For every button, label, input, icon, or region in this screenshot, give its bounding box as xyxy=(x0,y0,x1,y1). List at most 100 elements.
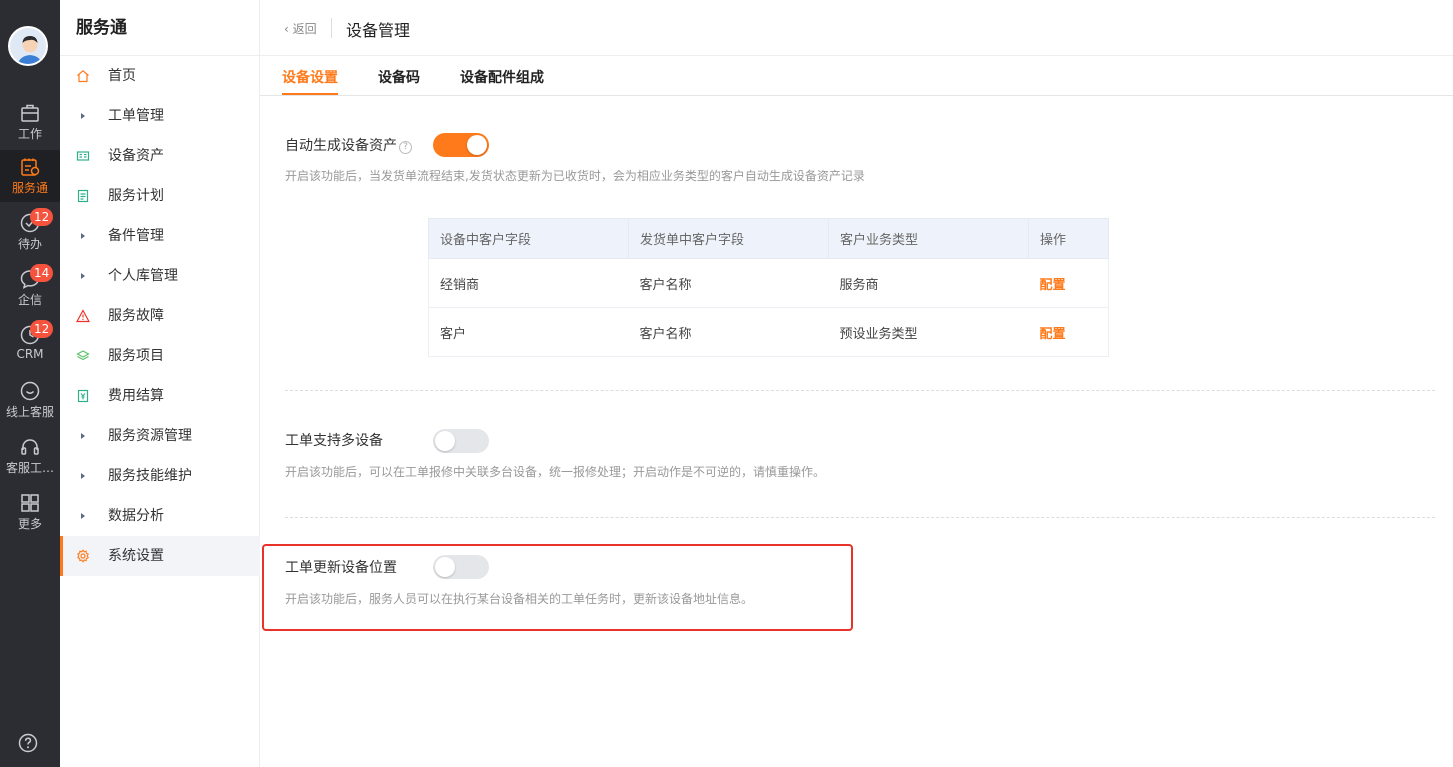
grid-more-icon xyxy=(21,494,39,512)
menu-item-label: 服务技能维护 xyxy=(108,468,192,484)
column-header: 客户业务类型 xyxy=(828,218,1029,259)
menu-item-service-plan[interactable]: 服务计划 xyxy=(60,176,260,216)
toggle-knob xyxy=(467,135,487,155)
rail-item-todo[interactable]: 待办 12 xyxy=(0,206,60,258)
menu-item-service-items[interactable]: 服务项目 xyxy=(60,336,260,376)
menu-item-data-analysis[interactable]: 数据分析 xyxy=(60,496,260,536)
biz-type-cell: 服务商 xyxy=(828,258,1029,308)
device-field-cell: 客户 xyxy=(428,307,629,357)
yen-doc-icon xyxy=(77,389,89,403)
unread-badge: 14 xyxy=(30,264,54,282)
tab-device-settings[interactable]: 设备设置 xyxy=(282,67,338,87)
column-header: 发货单中客户字段 xyxy=(628,218,829,259)
configure-link[interactable]: 配置 xyxy=(1040,278,1066,293)
settings-gear-icon xyxy=(77,549,89,563)
delivery-field-cell: 客户名称 xyxy=(628,307,829,357)
rail-item-label: 客服工… xyxy=(5,461,54,475)
app-root: 工作 服务通 待办 12 企信 14 CRM 12 线上客服 客服工… 更多 服… xyxy=(0,0,1453,767)
menu-item-label: 服务项目 xyxy=(108,348,164,364)
help-icon[interactable] xyxy=(18,733,38,753)
layers-icon xyxy=(76,350,90,361)
avatar[interactable] xyxy=(8,26,48,66)
menu-item-label: 首页 xyxy=(108,68,136,84)
rail-item-crm[interactable]: CRM 12 xyxy=(0,318,60,370)
multi-device-label: 工单支持多设备 xyxy=(285,433,383,449)
menu-item-label: 服务资源管理 xyxy=(108,428,192,444)
rail-item-online-service[interactable]: 线上客服 xyxy=(0,374,60,426)
section-divider xyxy=(285,517,1435,518)
briefcase-icon xyxy=(21,104,39,122)
configure-link[interactable]: 配置 xyxy=(1040,327,1066,342)
back-button[interactable]: ‹ 返回 xyxy=(284,20,317,37)
rail-item-label: 线上客服 xyxy=(5,405,54,419)
tab-device-parts[interactable]: 设备配件组成 xyxy=(460,67,544,87)
update-location-label: 工单更新设备位置 xyxy=(285,560,397,576)
toggle-knob xyxy=(435,557,455,577)
menu-item-service-skills[interactable]: 服务技能维护 xyxy=(60,456,260,496)
rail-item-label: 更多 xyxy=(17,517,42,531)
menu-item-label: 费用结算 xyxy=(108,388,164,404)
menu-item-spare-parts[interactable]: 备件管理 xyxy=(60,216,260,256)
main-content: ‹ 返回 设备管理 设备设置 设备码 设备配件组成 自动生成设备资产? 开启该功… xyxy=(260,0,1453,767)
table-header-row: 设备中客户字段 发货单中客户字段 客户业务类型 操作 xyxy=(428,218,1109,259)
caret-right-icon xyxy=(81,113,85,119)
rail-item-work[interactable]: 工作 xyxy=(0,96,60,148)
rail-item-cs-workbench[interactable]: 客服工… xyxy=(0,430,60,482)
unread-badge: 12 xyxy=(30,208,54,226)
auto-asset-toggle[interactable] xyxy=(433,133,489,157)
left-rail: 工作 服务通 待办 12 企信 14 CRM 12 线上客服 客服工… 更多 xyxy=(0,0,60,767)
update-location-toggle[interactable] xyxy=(433,555,489,579)
headset-icon xyxy=(21,439,39,455)
menu-item-label: 设备资产 xyxy=(108,148,164,164)
tab-bar: 设备设置 设备码 设备配件组成 xyxy=(260,56,1453,96)
plan-doc-icon xyxy=(77,189,89,203)
online-service-icon xyxy=(20,381,40,401)
submenu-title: 服务通 xyxy=(60,0,259,56)
multi-device-description: 开启该功能后，可以在工单报修中关联多台设备，统一报修处理；开启动作是不可逆的，请… xyxy=(285,465,826,479)
caret-right-icon xyxy=(81,233,85,239)
caret-right-icon xyxy=(81,273,85,279)
column-header: 操作 xyxy=(1028,218,1109,259)
back-label: 返回 xyxy=(292,22,317,36)
table-row: 客户 客户名称 预设业务类型 配置 xyxy=(428,307,1109,357)
menu-item-home[interactable]: 首页 xyxy=(60,56,260,96)
column-header: 设备中客户字段 xyxy=(428,218,629,259)
menu-item-label: 工单管理 xyxy=(108,108,164,124)
menu-item-personal-stock[interactable]: 个人库管理 xyxy=(60,256,260,296)
warning-icon xyxy=(76,309,90,323)
multi-device-toggle[interactable] xyxy=(433,429,489,453)
menu-item-system-settings[interactable]: 系统设置 xyxy=(60,536,260,576)
auto-asset-description: 开启该功能后，当发货单流程结束,发货状态更新为已收货时，会为相应业务类型的客户自… xyxy=(285,169,865,183)
menu-item-device-asset[interactable]: 设备资产 xyxy=(60,136,260,176)
question-help-icon[interactable]: ? xyxy=(399,141,412,154)
menu-item-label: 个人库管理 xyxy=(108,268,178,284)
delivery-field-cell: 客户名称 xyxy=(628,258,829,308)
menu-item-label: 数据分析 xyxy=(108,508,164,524)
menu-item-fee-settlement[interactable]: 费用结算 xyxy=(60,376,260,416)
device-asset-icon xyxy=(76,151,90,161)
service-icon xyxy=(21,158,40,176)
home-icon xyxy=(77,70,89,83)
rail-item-label: 企信 xyxy=(17,293,42,307)
device-field-cell: 经销商 xyxy=(428,258,629,308)
menu-item-label: 系统设置 xyxy=(108,548,164,564)
tab-device-code[interactable]: 设备码 xyxy=(378,67,420,87)
rail-item-label: 服务通 xyxy=(11,181,48,195)
update-location-description: 开启该功能后，服务人员可以在执行某台设备相关的工单任务时，更新该设备地址信息。 xyxy=(285,592,754,606)
chevron-left-icon: ‹ xyxy=(284,22,289,36)
rail-item-label: CRM xyxy=(16,347,44,361)
caret-right-icon xyxy=(81,473,85,479)
section-divider xyxy=(285,390,1435,391)
menu-item-service-resources[interactable]: 服务资源管理 xyxy=(60,416,260,456)
active-tab-indicator xyxy=(282,93,338,95)
rail-item-service[interactable]: 服务通 xyxy=(0,150,60,202)
menu-item-label: 备件管理 xyxy=(108,228,164,244)
rail-item-label: 工作 xyxy=(17,127,42,141)
rail-item-label: 待办 xyxy=(17,237,42,251)
menu-item-label: 服务计划 xyxy=(108,188,164,204)
rail-item-more[interactable]: 更多 xyxy=(0,486,60,538)
menu-item-service-fault[interactable]: 服务故障 xyxy=(60,296,260,336)
caret-right-icon xyxy=(81,513,85,519)
rail-item-messages[interactable]: 企信 14 xyxy=(0,262,60,314)
menu-item-workorder[interactable]: 工单管理 xyxy=(60,96,260,136)
